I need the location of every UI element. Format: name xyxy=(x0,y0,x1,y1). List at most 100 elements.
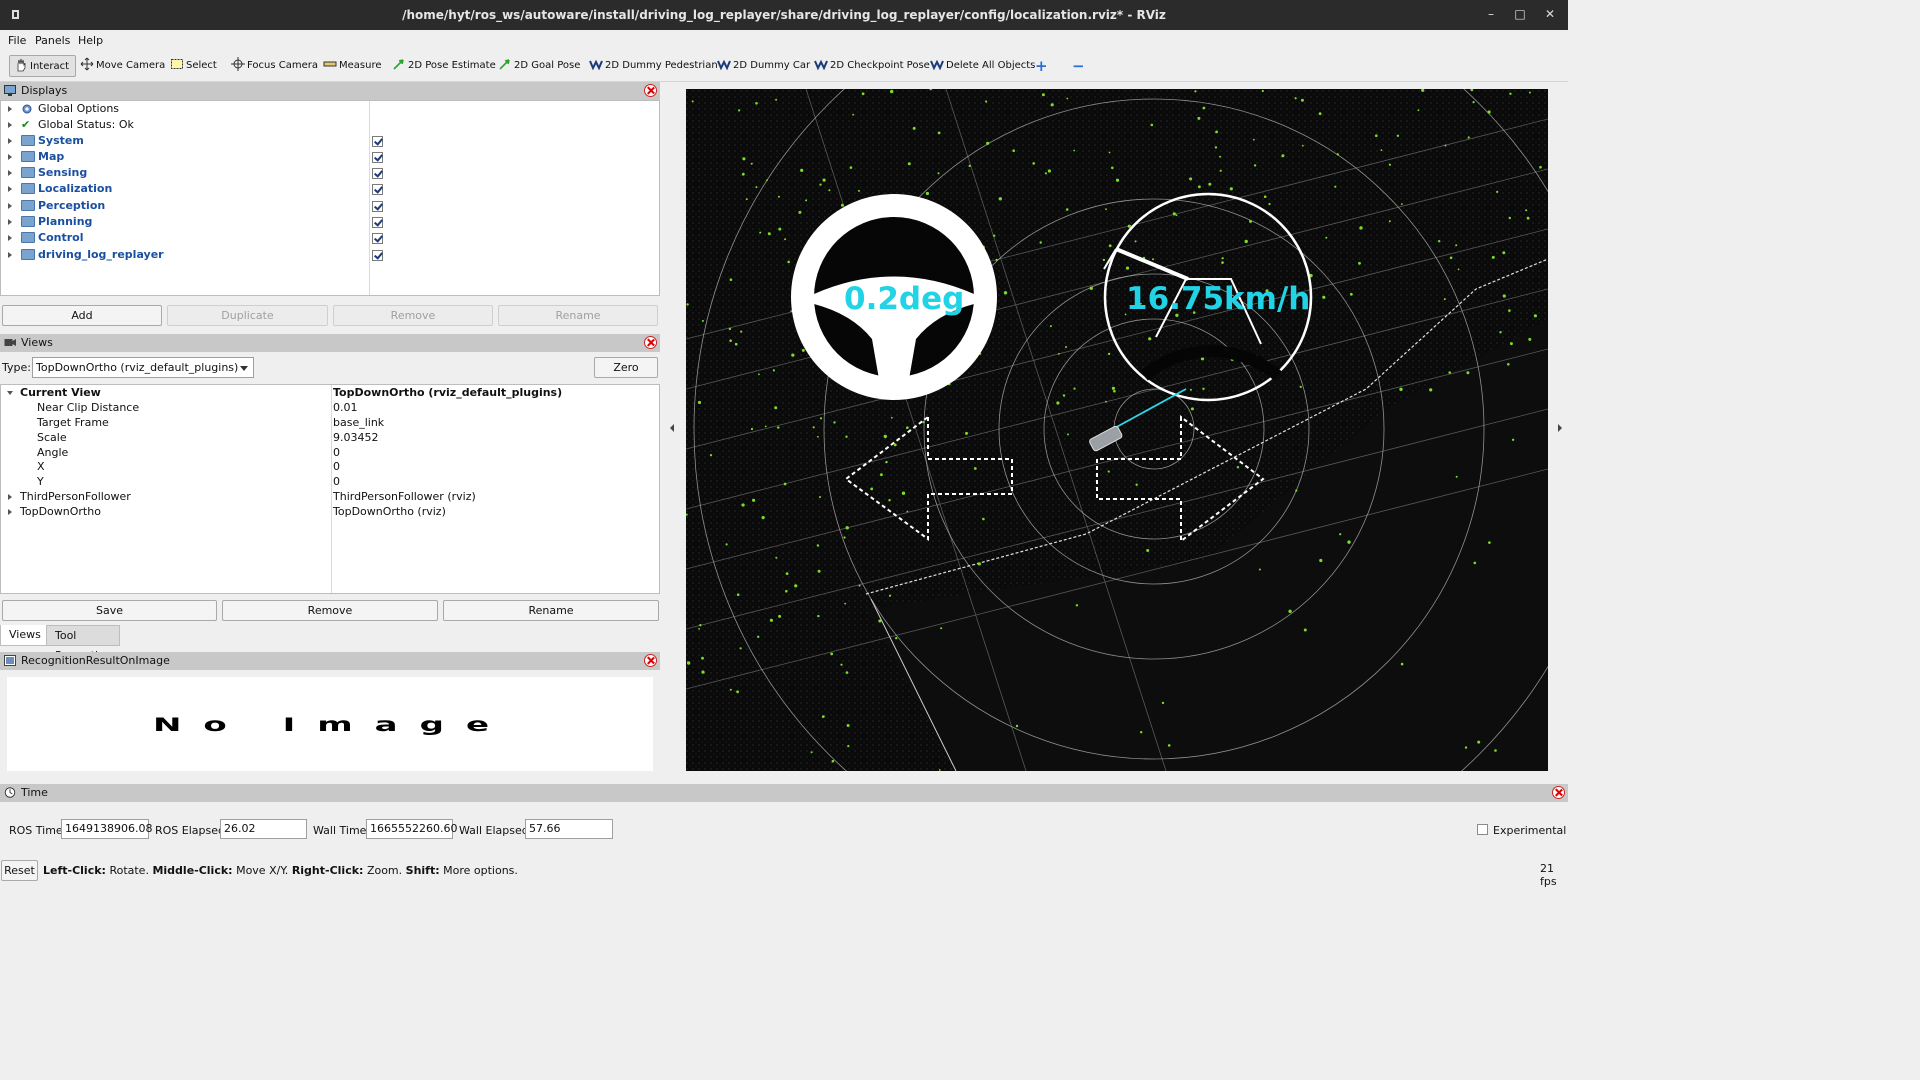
wall-time-field[interactable]: 1665552260.60 xyxy=(366,819,457,839)
wall-elapsed-field[interactable]: 57.66 xyxy=(525,819,613,839)
interact-tool[interactable]: Interact xyxy=(9,55,77,77)
rename-view-button[interactable]: Rename xyxy=(443,600,659,621)
wall-elapsed-label: Wall Elapsed: xyxy=(459,824,533,837)
ros-elapsed-field[interactable]: 26.02 xyxy=(220,819,307,839)
status-hint: Left-Click: Rotate. Middle-Click: Move X… xyxy=(43,864,518,877)
view-property-row[interactable]: Near Clip Distance 0.01 xyxy=(1,400,659,416)
expand-arrow-icon[interactable] xyxy=(8,122,12,128)
expand-arrow-icon[interactable] xyxy=(8,219,12,225)
view-property-row[interactable]: Target Frame base_link xyxy=(1,415,659,431)
folder-icon xyxy=(21,216,35,227)
expand-arrow-icon[interactable] xyxy=(8,203,12,209)
view-current[interactable]: Current View TopDownOrtho (rviz_default_… xyxy=(1,385,659,401)
display-item-localization[interactable]: Localization xyxy=(1,181,659,197)
gear-icon xyxy=(22,104,32,114)
clock-icon xyxy=(4,787,16,798)
experimental-label: Experimental xyxy=(1493,824,1567,837)
remove-tool-button[interactable]: − xyxy=(1072,55,1085,77)
save-view-button[interactable]: Save xyxy=(2,600,217,621)
expand-arrow-icon[interactable] xyxy=(8,106,12,112)
reset-button[interactable]: Reset xyxy=(1,860,38,881)
display-item-global-status[interactable]: ✔ Global Status: Ok xyxy=(1,117,659,133)
close-window-button[interactable]: ✕ xyxy=(1542,6,1558,22)
measure-tool[interactable]: Measure xyxy=(323,55,382,77)
image-icon xyxy=(4,655,16,666)
display-enabled-checkbox[interactable] xyxy=(372,250,383,261)
experimental-checkbox[interactable] xyxy=(1477,824,1488,835)
steering-angle-text: 0.2deg xyxy=(844,281,965,317)
tab-tool-properties[interactable]: Tool Properties xyxy=(46,625,120,662)
remove-display-button[interactable]: Remove xyxy=(333,305,493,326)
folder-icon xyxy=(21,232,35,243)
dummy-car-tool[interactable]: 2D Dummy Car xyxy=(717,55,810,77)
close-recognition-panel-button[interactable] xyxy=(644,654,657,667)
move-camera-tool[interactable]: Move Camera xyxy=(80,55,165,77)
close-time-panel-button[interactable] xyxy=(1552,786,1565,799)
displays-tree: Global Options ✔ Global Status: Ok Syste… xyxy=(0,100,660,296)
add-display-button[interactable]: Add xyxy=(2,305,162,326)
saved-view-third-person-follower[interactable]: ThirdPersonFollower ThirdPersonFollower … xyxy=(1,489,659,505)
expand-arrow-icon[interactable] xyxy=(8,235,12,241)
display-enabled-checkbox[interactable] xyxy=(372,184,383,195)
display-item-control[interactable]: Control xyxy=(1,230,659,246)
views-tree: Current View TopDownOrtho (rviz_default_… xyxy=(0,384,660,594)
rename-display-button[interactable]: Rename xyxy=(498,305,658,326)
display-enabled-checkbox[interactable] xyxy=(372,168,383,179)
collapse-left-arrow-icon[interactable] xyxy=(670,424,674,432)
display-item-perception[interactable]: Perception xyxy=(1,198,659,214)
display-item-system[interactable]: System xyxy=(1,133,659,149)
vehicle-speed-text: 16.75km/h xyxy=(1126,281,1311,317)
expand-arrow-icon[interactable] xyxy=(8,252,12,258)
menu-panels[interactable]: Panels xyxy=(35,34,70,47)
expand-arrow-icon[interactable] xyxy=(8,154,12,160)
select-tool[interactable]: Select xyxy=(170,55,217,77)
expand-arrow-icon[interactable] xyxy=(8,509,12,515)
minimize-button[interactable]: – xyxy=(1483,6,1499,22)
maximize-button[interactable]: □ xyxy=(1512,6,1528,22)
focus-camera-tool[interactable]: Focus Camera xyxy=(231,55,318,77)
add-tool-button[interactable]: + xyxy=(1035,55,1048,77)
display-enabled-checkbox[interactable] xyxy=(372,233,383,244)
folder-icon xyxy=(21,183,35,194)
camera-icon xyxy=(4,339,16,346)
dummy-pedestrian-tool[interactable]: 2D Dummy Pedestrian xyxy=(589,55,718,77)
goal-pose-tool[interactable]: 2D Goal Pose xyxy=(498,55,580,77)
display-enabled-checkbox[interactable] xyxy=(372,217,383,228)
close-views-panel-button[interactable] xyxy=(644,336,657,349)
folder-icon xyxy=(21,151,35,162)
display-item-global-options[interactable]: Global Options xyxy=(1,101,659,117)
menu-file[interactable]: File xyxy=(8,34,26,47)
display-enabled-checkbox[interactable] xyxy=(372,136,383,147)
view-type-select[interactable]: TopDownOrtho (rviz_default_plugins) xyxy=(32,357,254,378)
ros-time-field[interactable]: 1649138906.08 xyxy=(61,819,152,839)
view-property-row[interactable]: Scale 9.03452 xyxy=(1,430,659,446)
render-viewport[interactable]: 0.2deg 16.75km/h xyxy=(686,89,1548,771)
view-property-row[interactable]: Y 0 xyxy=(1,474,659,490)
display-enabled-checkbox[interactable] xyxy=(372,152,383,163)
display-item-planning[interactable]: Planning xyxy=(1,214,659,230)
display-item-map[interactable]: Map xyxy=(1,149,659,165)
recognition-panel-header: RecognitionResultOnImage xyxy=(0,652,660,670)
displays-panel-header: Displays xyxy=(0,82,660,100)
collapse-right-arrow-icon[interactable] xyxy=(1558,424,1562,432)
duplicate-display-button[interactable]: Duplicate xyxy=(167,305,328,326)
tab-views[interactable]: Views xyxy=(0,625,50,646)
delete-all-objects-tool[interactable]: Delete All Objects xyxy=(930,55,1035,77)
display-enabled-checkbox[interactable] xyxy=(372,201,383,212)
pose-estimate-tool[interactable]: 2D Pose Estimate xyxy=(392,55,496,77)
saved-view-top-down-ortho[interactable]: TopDownOrtho TopDownOrtho (rviz) xyxy=(1,504,659,520)
expand-arrow-icon[interactable] xyxy=(8,186,12,192)
display-item-driving-log-replayer[interactable]: driving_log_replayer xyxy=(1,247,659,263)
checkpoint-pose-tool[interactable]: 2D Checkpoint Pose xyxy=(814,55,930,77)
remove-view-button[interactable]: Remove xyxy=(222,600,438,621)
collapse-arrow-icon[interactable] xyxy=(7,391,13,395)
wall-time-label: Wall Time: xyxy=(313,824,371,837)
expand-arrow-icon[interactable] xyxy=(8,494,12,500)
menu-help[interactable]: Help xyxy=(78,34,103,47)
zero-view-button[interactable]: Zero xyxy=(594,357,658,378)
close-displays-panel-button[interactable] xyxy=(644,84,657,97)
display-item-sensing[interactable]: Sensing xyxy=(1,165,659,181)
expand-arrow-icon[interactable] xyxy=(8,170,12,176)
view-property-row[interactable]: X 0 xyxy=(1,459,659,475)
expand-arrow-icon[interactable] xyxy=(8,138,12,144)
